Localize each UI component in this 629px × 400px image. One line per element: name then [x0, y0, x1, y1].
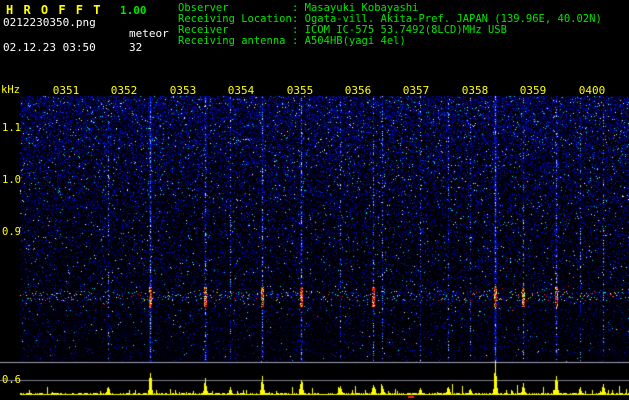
- time-tick-0400: 0400: [578, 84, 606, 97]
- app-version: 1.00: [120, 4, 147, 17]
- app-title: H R O F F T: [6, 3, 102, 17]
- time-tick-0356: 0356: [344, 84, 372, 97]
- meteor-count: 32: [129, 41, 143, 54]
- freq-tick-1.1: 1.1: [2, 122, 21, 134]
- info-colon: :: [292, 35, 305, 47]
- observer-info-block: Observer: Masayuki Kobayashi Receiving Lo…: [178, 3, 602, 47]
- time-tick-0351: 0351: [52, 84, 80, 97]
- hrofft-output-screen: H R O F F T 1.00 0212230350.png meteor 0…: [0, 0, 629, 400]
- info-value: A504HB(yagi 4el): [304, 35, 406, 47]
- freq-tick-0.9: 0.9: [2, 226, 21, 238]
- output-filename: 0212230350.png: [3, 16, 96, 29]
- freq-tick-1.0: 1.0: [2, 174, 21, 186]
- time-tick-0359: 0359: [519, 84, 547, 97]
- timestamp: 02.12.23 03:50: [3, 41, 96, 54]
- time-tick-0353: 0353: [169, 84, 197, 97]
- freq-tick-0.6: 0.6: [2, 374, 21, 386]
- info-label: Receiving antenna: [178, 35, 286, 47]
- time-tick-0355: 0355: [286, 84, 314, 97]
- mode-label: meteor: [129, 27, 169, 40]
- time-tick-0354: 0354: [227, 84, 255, 97]
- time-tick-0357: 0357: [402, 84, 430, 97]
- time-tick-0358: 0358: [461, 84, 489, 97]
- time-tick-0352: 0352: [110, 84, 138, 97]
- frequency-unit-label: kHz: [1, 84, 20, 96]
- info-row-receiving-antenna: Receiving antenna: A504HB(yagi 4el): [178, 36, 602, 47]
- spectrogram-canvas: [0, 80, 629, 400]
